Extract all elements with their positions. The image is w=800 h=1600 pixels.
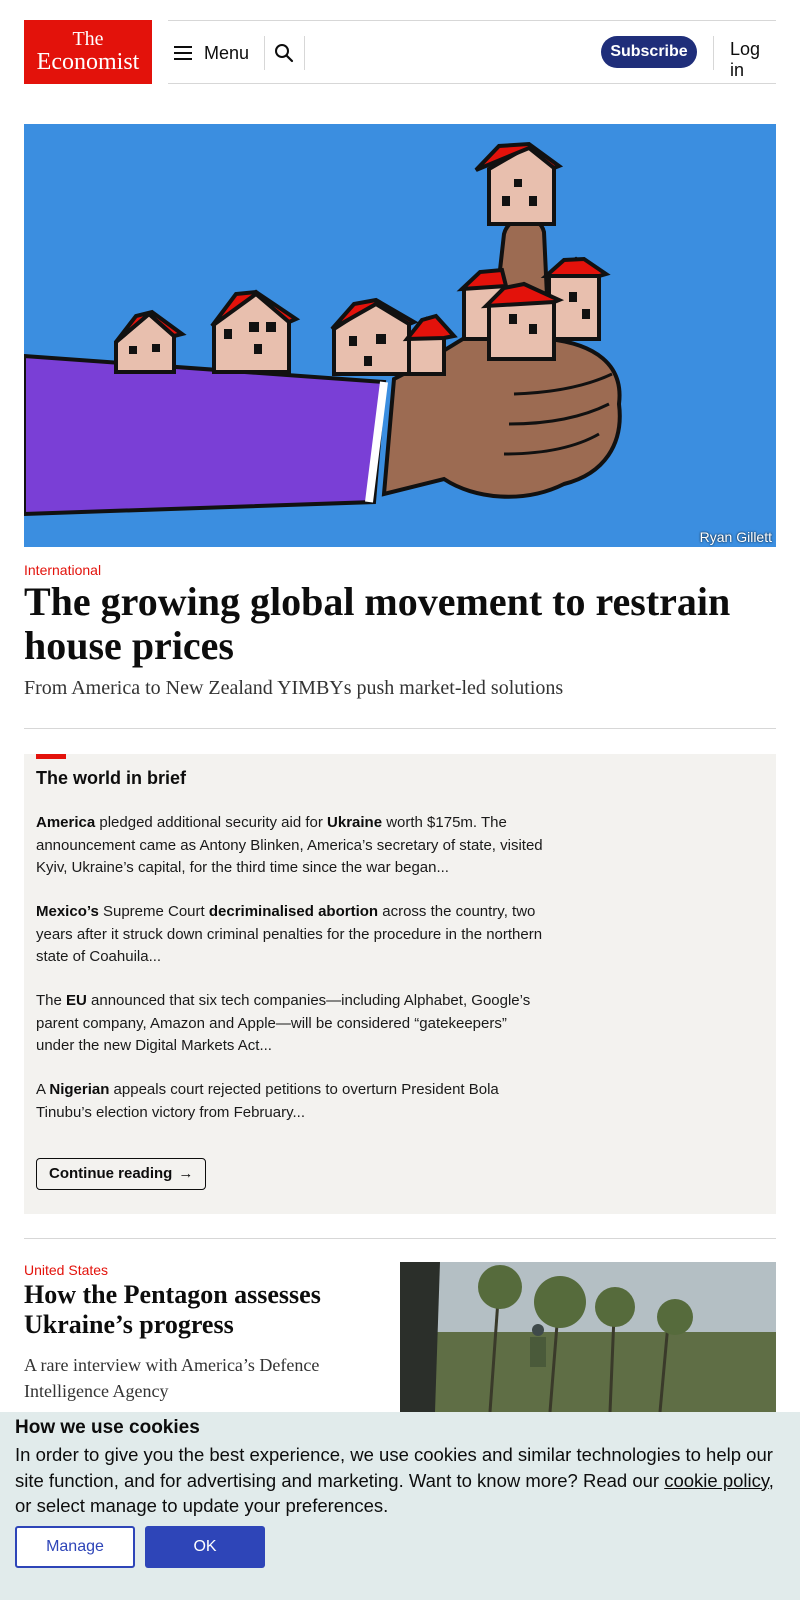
- hamburger-icon: [174, 46, 192, 60]
- section-divider: [24, 728, 776, 729]
- article-section-label[interactable]: United States: [24, 1262, 108, 1278]
- header-divider: [713, 36, 714, 70]
- section-divider: [24, 1238, 776, 1239]
- accept-cookies-button[interactable]: OK: [145, 1526, 265, 1568]
- menu-label: Menu: [204, 42, 250, 63]
- brief-item: America pledged additional security aid …: [36, 812, 546, 880]
- brief-item-highlight: EU: [66, 992, 87, 1009]
- hero-illustration[interactable]: Ryan Gillett: [24, 124, 776, 547]
- hero-headline[interactable]: The growing global movement to restrain …: [24, 580, 784, 668]
- manage-cookies-button[interactable]: Manage: [15, 1526, 135, 1568]
- search-icon[interactable]: [272, 41, 296, 65]
- logo-line-1: The: [72, 28, 104, 50]
- brief-item-text: pledged additional security aid for: [95, 814, 328, 831]
- brief-item-highlight: America: [36, 814, 96, 831]
- image-credit: Ryan Gillett: [699, 529, 772, 545]
- continue-reading-button[interactable]: Continue reading →: [36, 1158, 207, 1190]
- subscribe-button[interactable]: Subscribe: [601, 36, 697, 68]
- arrow-right-icon: →: [178, 1165, 194, 1182]
- hero-section-label[interactable]: International: [24, 562, 101, 578]
- brief-item-text: announced that six tech companies—includ…: [36, 992, 531, 1054]
- brief-item-highlight: Ukraine: [327, 814, 383, 831]
- cookie-policy-link[interactable]: cookie policy: [664, 1470, 769, 1491]
- brief-item-text: A: [36, 1081, 50, 1098]
- brief-item: A Nigerian appeals court rejected petiti…: [36, 1079, 546, 1124]
- header-divider: [304, 36, 305, 70]
- logo-line-2: Economist: [36, 49, 140, 75]
- article-photo[interactable]: [400, 1262, 776, 1412]
- menu-button[interactable]: Menu: [174, 39, 249, 67]
- cookie-title: How we use cookies: [15, 1417, 200, 1438]
- article-headline[interactable]: How the Pentagon assesses Ukraine’s prog…: [24, 1280, 374, 1340]
- login-link[interactable]: Log in: [730, 39, 776, 81]
- brief-title: The world in brief: [36, 768, 187, 788]
- site-header: The Economist Menu Subscribe Log in: [0, 0, 800, 100]
- brief-item: Mexico’s Supreme Court decriminalised ab…: [36, 901, 546, 969]
- brief-accent-bar: [36, 754, 66, 759]
- brief-item-highlight: Mexico’s: [36, 903, 99, 920]
- brief-item-highlight: Nigerian: [49, 1081, 110, 1098]
- economist-logo[interactable]: The Economist: [24, 20, 152, 84]
- header-nav-bar: Menu Subscribe Log in: [168, 20, 776, 84]
- brief-item-text: Supreme Court: [98, 903, 209, 920]
- brief-item: The EU announced that six tech companies…: [36, 990, 546, 1058]
- continue-reading-label: Continue reading: [49, 1165, 173, 1182]
- world-in-brief-panel: The world in brief America pledged addit…: [24, 754, 776, 1214]
- cookie-banner: How we use cookies In order to give you …: [0, 1412, 800, 1600]
- brief-item-highlight: decriminalised abortion: [208, 903, 379, 920]
- cookie-text-intro: In order to give you the best experience…: [15, 1444, 773, 1491]
- cookie-text: In order to give you the best experience…: [15, 1442, 785, 1519]
- header-divider: [264, 36, 265, 70]
- brief-item-text: The: [36, 992, 67, 1009]
- hero-subheadline: From America to New Zealand YIMBYs push …: [24, 677, 564, 699]
- article-subheadline: A rare interview with America’s Defence …: [24, 1355, 320, 1401]
